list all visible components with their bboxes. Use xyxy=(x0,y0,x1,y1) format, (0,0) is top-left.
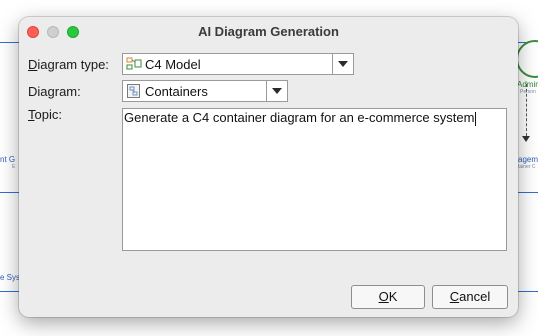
topic-label-text: opic: xyxy=(34,107,62,122)
cancel-mnemonic: C xyxy=(449,289,460,304)
diagram-selected: Containers xyxy=(126,84,208,101)
diagram-select[interactable]: Containers xyxy=(122,80,288,102)
bg-left-label-2: E xyxy=(12,164,16,170)
bg-left-label-3: e Sys xyxy=(0,273,21,282)
cancel-label-rest: ancel xyxy=(459,289,491,304)
c4-model-icon xyxy=(126,57,142,74)
diagram-type-label-text: iagram type: xyxy=(37,57,109,72)
relationship-dashed-line xyxy=(526,84,527,136)
bg-right-label-4: tainer C xyxy=(518,164,536,170)
relationship-arrowhead xyxy=(522,136,530,142)
diagram-value: Containers xyxy=(145,84,208,99)
diagram-type-selected: C4 Model xyxy=(126,57,201,74)
dialog-title: AI Diagram Generation xyxy=(198,24,339,39)
diagram-type-select[interactable]: C4 Model xyxy=(122,53,354,75)
diagram-type-label-mnemonic: D xyxy=(28,57,38,72)
cancel-button[interactable]: Cancel xyxy=(432,285,508,309)
chevron-down-icon xyxy=(272,88,282,94)
text-caret xyxy=(475,111,477,126)
diagram-edge-bottom-left xyxy=(0,291,20,292)
topic-textarea[interactable]: Generate a C4 container diagram for an e… xyxy=(122,108,507,251)
diagram-label: Diagram: xyxy=(28,84,81,99)
title-bar[interactable]: AI Diagram Generation xyxy=(19,17,518,47)
bg-left-label-1: nt G xyxy=(0,155,16,164)
person-head-shape xyxy=(516,40,538,78)
diagram-edge-top-left xyxy=(0,42,20,43)
topic-label: Topic: xyxy=(28,107,62,122)
diagram-dropdown-arrow[interactable] xyxy=(266,81,287,101)
ok-label-rest: K xyxy=(388,289,398,304)
bg-right-label-2: Person xyxy=(520,89,536,95)
diagram-edge-bottom-right xyxy=(518,291,538,292)
diagram-type-label: Diagram type: xyxy=(28,57,109,72)
bg-right-label-1: Admir xyxy=(517,80,538,89)
ok-mnemonic: O xyxy=(378,289,389,304)
diagram-type-value: C4 Model xyxy=(145,57,201,72)
ai-diagram-generation-dialog: AI Diagram Generation Diagram type: C4 M… xyxy=(19,17,518,317)
topic-text: Generate a C4 container diagram for an e… xyxy=(124,110,475,125)
chevron-down-icon xyxy=(338,61,348,67)
bg-right-label-3: ageme xyxy=(518,155,538,164)
container-diagram-icon xyxy=(126,84,142,101)
ok-button[interactable]: OK xyxy=(351,285,425,309)
diagram-edge-mid-left xyxy=(0,192,20,193)
diagram-edge-mid-right xyxy=(518,192,538,193)
diagram-type-dropdown-arrow[interactable] xyxy=(332,54,353,74)
